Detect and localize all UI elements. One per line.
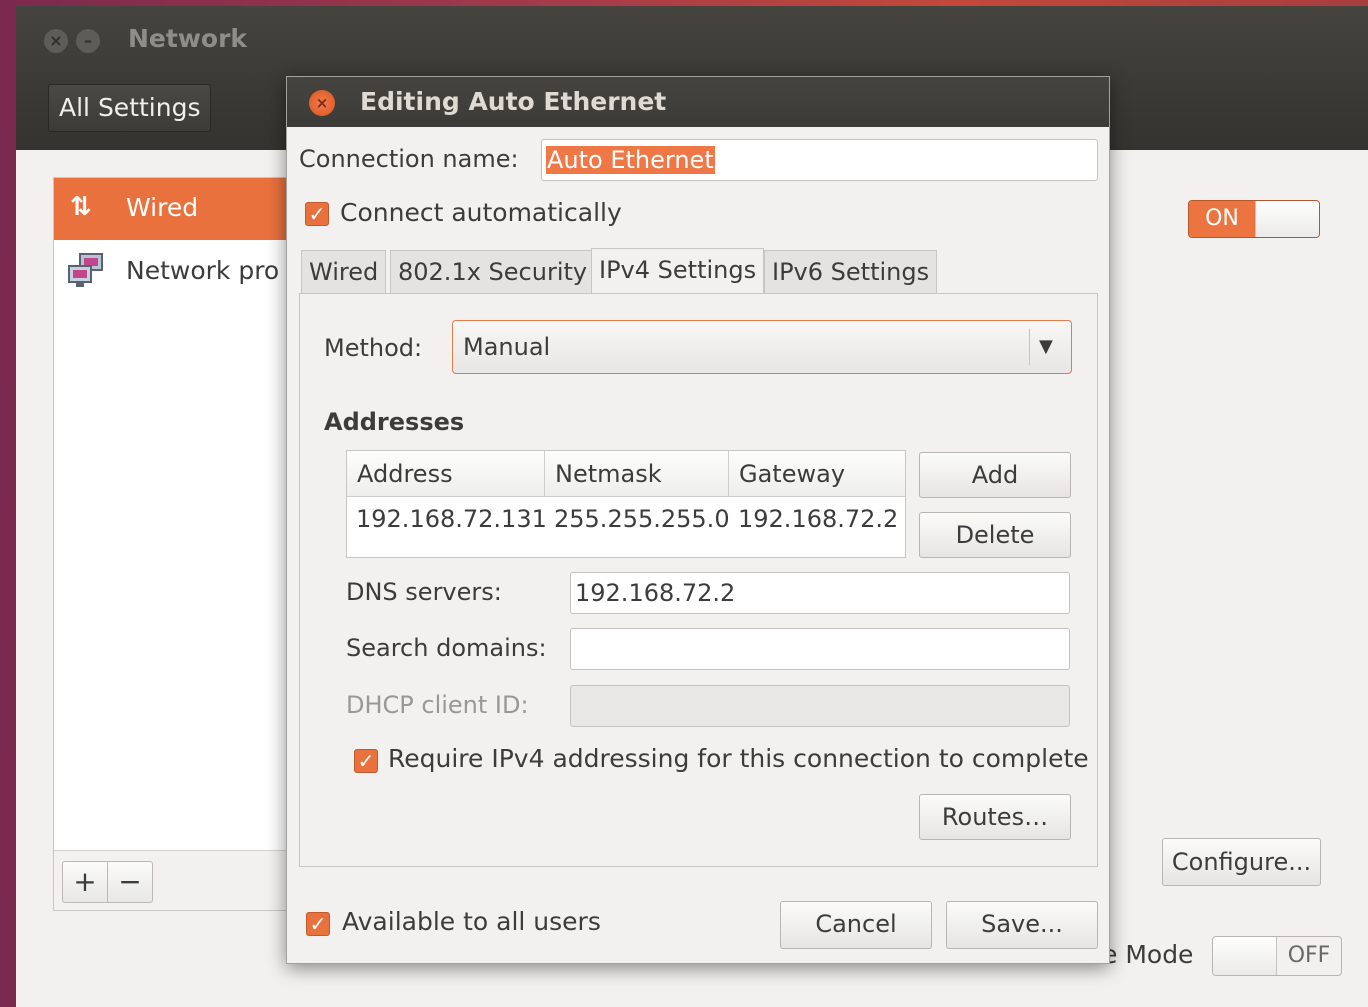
dropdown-arrow-icon: ▼ [1039, 336, 1053, 357]
method-select[interactable]: Manual ▼ [452, 320, 1072, 374]
connection-name-input[interactable]: Auto Ethernet [541, 139, 1098, 181]
tab-8021x-security[interactable]: 802.1x Security [390, 250, 596, 294]
table-cell-address[interactable]: 192.168.72.131 [356, 505, 547, 533]
tab-ipv4-settings[interactable]: IPv4 Settings [591, 248, 765, 294]
addresses-heading: Addresses [324, 408, 465, 436]
require-ipv4-label: Require IPv4 addressing for this connect… [388, 744, 1089, 773]
add-address-button[interactable]: Add [919, 452, 1071, 498]
window-title: Network [128, 24, 248, 53]
dns-servers-label: DNS servers: [346, 578, 502, 606]
addresses-table[interactable]: Address Netmask Gateway 192.168.72.131 2… [346, 450, 906, 558]
column-header-address[interactable]: Address [347, 451, 545, 497]
save-button[interactable]: Save... [946, 901, 1098, 949]
wired-toggle-switch[interactable]: ON [1188, 200, 1320, 238]
switch-knob [1213, 937, 1277, 975]
method-label: Method: [324, 334, 423, 362]
switch-on-label: ON [1189, 201, 1255, 237]
routes-button[interactable]: Routes… [919, 794, 1071, 840]
close-icon[interactable]: × [44, 29, 68, 53]
tab-wired[interactable]: Wired [301, 250, 387, 294]
search-domains-input[interactable] [570, 628, 1070, 670]
tab-ipv6-settings[interactable]: IPv6 Settings [764, 250, 938, 294]
sidebar-item-label: Network pro [126, 256, 280, 285]
wired-arrows-icon: ⇅ [70, 192, 92, 222]
cancel-button[interactable]: Cancel [780, 901, 932, 949]
table-cell-netmask[interactable]: 255.255.255.0 [554, 505, 730, 533]
dhcp-client-id-label: DHCP client ID: [346, 691, 529, 719]
minimize-icon[interactable]: – [76, 29, 100, 53]
column-header-netmask[interactable]: Netmask [545, 451, 729, 497]
dialog-titlebar: × Editing Auto Ethernet [287, 77, 1109, 127]
column-header-gateway[interactable]: Gateway [729, 451, 905, 497]
switch-off-label: OFF [1287, 943, 1331, 968]
dns-servers-input[interactable]: 192.168.72.2 [570, 572, 1070, 614]
require-ipv4-checkbox[interactable]: ✓ [354, 749, 378, 773]
network-proxy-icon [68, 253, 103, 287]
all-settings-button[interactable]: All Settings [48, 84, 212, 132]
dhcp-client-id-input [570, 685, 1070, 727]
remove-connection-button[interactable]: − [107, 861, 153, 903]
ipv4-settings-panel: Method: Manual ▼ Addresses Address Netma… [299, 293, 1098, 867]
configure-button[interactable]: Configure... [1162, 838, 1321, 886]
airplane-mode-label: e Mode [1102, 940, 1194, 969]
select-divider [1029, 329, 1030, 365]
table-cell-gateway[interactable]: 192.168.72.2 [738, 505, 898, 533]
connect-automatically-checkbox[interactable]: ✓ [305, 202, 329, 226]
airplane-mode-switch[interactable]: OFF [1212, 936, 1342, 976]
edit-connection-dialog: × Editing Auto Ethernet Connection name:… [286, 76, 1110, 964]
dialog-title: Editing Auto Ethernet [360, 87, 667, 116]
connection-name-value: Auto Ethernet [546, 146, 715, 174]
sidebar-item-label: Wired [126, 193, 199, 222]
delete-address-button[interactable]: Delete [919, 512, 1071, 558]
switch-knob [1255, 201, 1319, 237]
window-titlebar: × – Network [16, 6, 1368, 76]
available-to-all-users-checkbox[interactable]: ✓ [306, 912, 330, 936]
add-connection-button[interactable]: + [62, 861, 108, 903]
close-icon[interactable]: × [309, 90, 335, 116]
method-value: Manual [463, 333, 551, 361]
connection-name-label: Connection name: [299, 145, 519, 173]
connect-automatically-label: Connect automatically [340, 198, 622, 227]
search-domains-label: Search domains: [346, 634, 547, 662]
available-to-all-users-label: Available to all users [342, 907, 601, 936]
